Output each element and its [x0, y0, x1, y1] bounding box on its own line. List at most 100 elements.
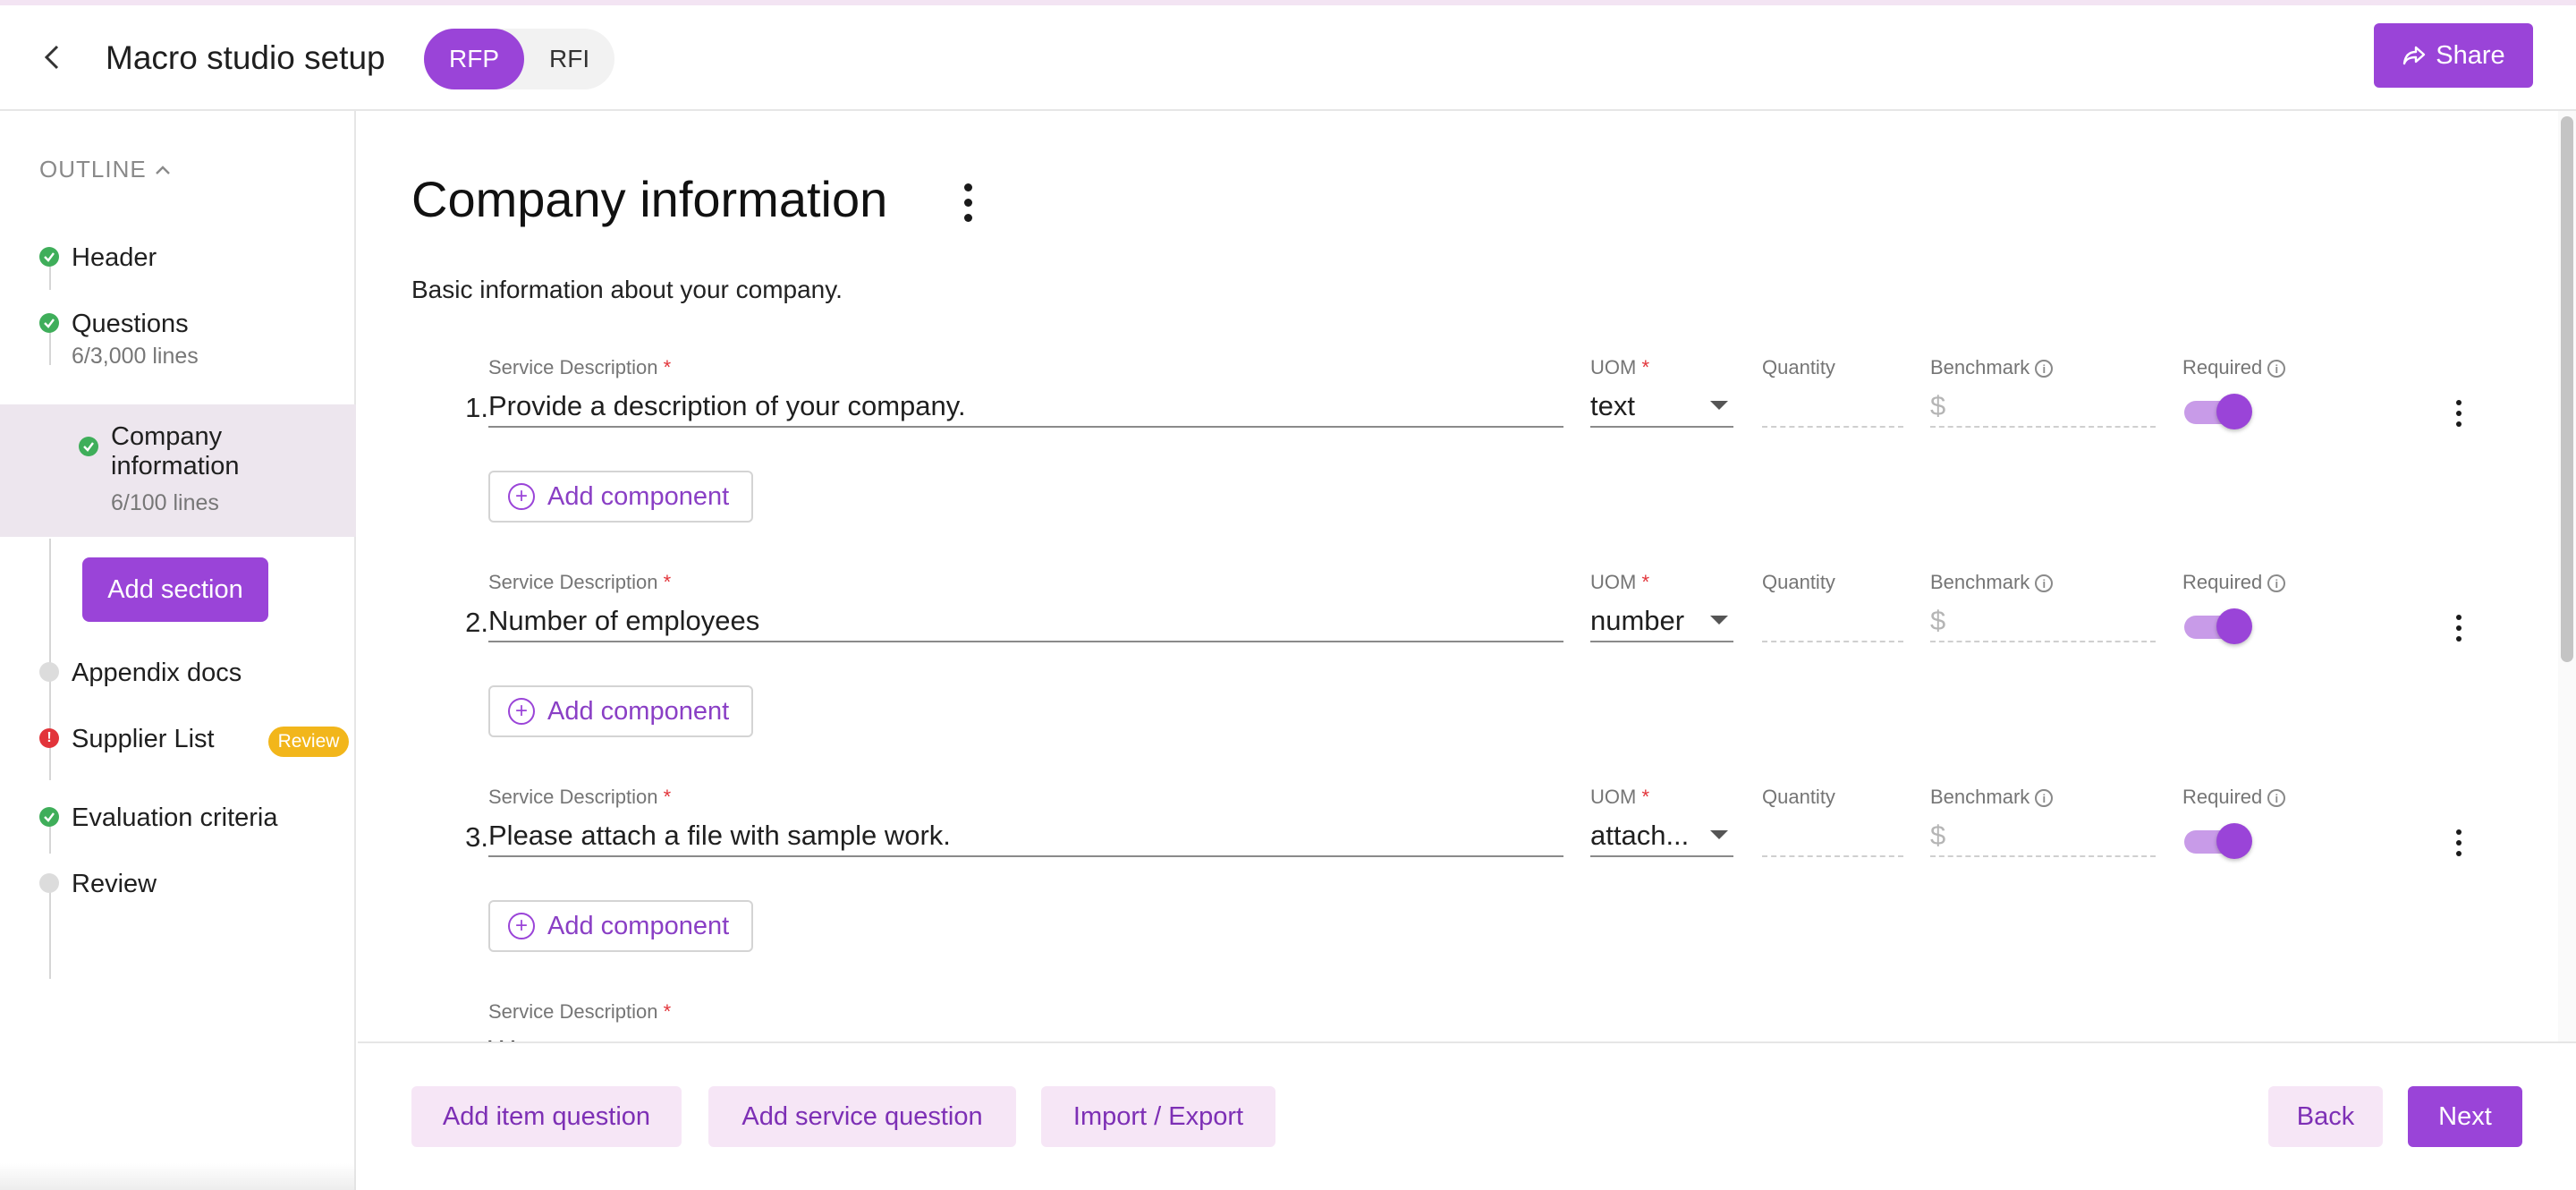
required-toggle[interactable]	[2182, 608, 2252, 644]
benchmark-input[interactable]: $	[1930, 816, 2156, 857]
section-title: Company information	[411, 171, 888, 227]
next-button[interactable]: Next	[2408, 1086, 2522, 1147]
pending-dot-icon	[39, 662, 59, 682]
benchmark-label: Benchmark i	[1930, 786, 2054, 809]
benchmark-input[interactable]: $	[1930, 387, 2156, 428]
uom-label: UOM *	[1590, 356, 1650, 378]
sidebar-item-supplier-list[interactable]: ! Supplier List Review	[0, 718, 356, 762]
dropdown-caret-icon	[1710, 401, 1728, 410]
question-number: 2.	[465, 607, 488, 638]
check-icon	[39, 807, 59, 827]
service-description-input[interactable]: Please attach a file with sample work.	[488, 816, 1563, 857]
sidebar-item-evaluation-criteria[interactable]: Evaluation criteria	[0, 796, 356, 841]
page-title: Macro studio setup	[106, 39, 386, 76]
uom-select[interactable]: number	[1590, 601, 1733, 642]
footer-bar: Add item question Add service question I…	[358, 1041, 2576, 1190]
add-component-button[interactable]: + Add component	[488, 900, 753, 952]
sidebar-item-sub: 6/100 lines	[111, 490, 219, 515]
uom-label: UOM *	[1590, 786, 1650, 808]
check-icon	[39, 313, 59, 333]
sidebar-item-label: Company information	[111, 422, 240, 480]
quantity-input[interactable]	[1762, 816, 1903, 857]
question-number: 3.	[465, 821, 488, 853]
service-description-label: Service Description *	[488, 1000, 672, 1023]
tab-rfp[interactable]: RFP	[424, 29, 524, 89]
sidebar-item-questions[interactable]: Questions 6/3,000 lines	[0, 299, 356, 370]
required-toggle[interactable]	[2182, 823, 2252, 859]
share-button[interactable]: Share	[2374, 23, 2533, 88]
service-description-input[interactable]: Provide a description of your company.	[488, 387, 1563, 428]
outline-sidebar: OUTLINE Header Questions 6/3,000 lines C…	[0, 111, 356, 1190]
sidebar-item-label: Review	[72, 870, 157, 898]
service-description-label: Service Description *	[488, 571, 672, 593]
sidebar-item-appendix-docs[interactable]: Appendix docs	[0, 651, 356, 696]
sidebar-item-company-information[interactable]: Company information 6/100 lines	[0, 404, 356, 537]
error-icon: !	[39, 728, 59, 748]
info-icon[interactable]: i	[2035, 574, 2054, 593]
sidebar-item-header[interactable]: Header	[0, 236, 356, 281]
info-icon[interactable]: i	[2267, 360, 2286, 378]
plus-circle-icon: +	[508, 698, 535, 725]
back-nav-button[interactable]: Back	[2268, 1086, 2383, 1147]
info-icon[interactable]: i	[2035, 360, 2054, 378]
info-icon[interactable]: i	[2267, 574, 2286, 593]
tab-rfi[interactable]: RFI	[524, 29, 614, 89]
sidebar-bottom-shadow	[0, 1163, 356, 1190]
section-description: Basic information about your company.	[411, 276, 843, 303]
quantity-input[interactable]	[1762, 601, 1903, 642]
add-section-button[interactable]: Add section	[82, 557, 268, 622]
benchmark-input[interactable]: $	[1930, 601, 2156, 642]
check-icon	[39, 247, 59, 267]
uom-value: number	[1590, 605, 1685, 636]
uom-select[interactable]: attach...	[1590, 816, 1733, 857]
question-more-button[interactable]	[2445, 825, 2472, 861]
question-more-button[interactable]	[2445, 610, 2472, 646]
service-description-input[interactable]: Number of employees	[488, 601, 1563, 642]
info-icon[interactable]: i	[2035, 789, 2054, 808]
sidebar-item-review[interactable]: Review	[0, 863, 356, 907]
share-label: Share	[2436, 40, 2505, 70]
top-bar: Macro studio setup RFP RFI Share	[0, 5, 2576, 111]
quantity-label: Quantity	[1762, 571, 1835, 593]
add-item-question-button[interactable]: Add item question	[411, 1086, 682, 1147]
question-more-button[interactable]	[2445, 395, 2472, 431]
sidebar-item-label: Questions	[72, 310, 189, 338]
pending-dot-icon	[39, 873, 59, 893]
back-button[interactable]	[36, 41, 68, 73]
outline-label: OUTLINE	[39, 156, 147, 183]
uom-label: UOM *	[1590, 571, 1650, 593]
uom-value: attach...	[1590, 820, 1690, 851]
add-component-button[interactable]: + Add component	[488, 471, 753, 523]
add-component-button[interactable]: + Add component	[488, 685, 753, 737]
question-row: Service Description * UOM * Quantity Ben…	[358, 356, 2558, 571]
plus-circle-icon: +	[508, 483, 535, 510]
sidebar-item-label: Header	[72, 243, 157, 272]
service-description-input[interactable]: W	[488, 1031, 1563, 1041]
question-row: Service Description * UOM * Quantity Ben…	[358, 571, 2558, 786]
quantity-input[interactable]	[1762, 387, 1903, 428]
required-label: Required i	[2182, 786, 2286, 809]
service-description-label: Service Description *	[488, 356, 672, 378]
sidebar-item-label: Appendix docs	[72, 659, 242, 687]
info-icon[interactable]: i	[2267, 789, 2286, 808]
add-service-question-button[interactable]: Add service question	[708, 1086, 1016, 1147]
dropdown-caret-icon	[1710, 616, 1728, 625]
main-content: Company information Basic information ab…	[358, 111, 2558, 1041]
quantity-label: Quantity	[1762, 786, 1835, 808]
benchmark-label: Benchmark i	[1930, 356, 2054, 379]
chevron-left-icon	[44, 45, 59, 70]
import-export-button[interactable]: Import / Export	[1041, 1086, 1275, 1147]
scrollbar-thumb[interactable]	[2561, 116, 2573, 662]
outline-toggle[interactable]: OUTLINE	[39, 156, 172, 183]
uom-select[interactable]: text	[1590, 387, 1733, 428]
share-icon	[2403, 46, 2426, 65]
required-label: Required i	[2182, 571, 2286, 594]
question-number: 1.	[465, 392, 488, 423]
doc-type-toggle: RFP RFI	[424, 29, 615, 89]
review-badge: Review	[268, 727, 349, 757]
required-toggle[interactable]	[2182, 394, 2252, 429]
sidebar-item-sub: 6/3,000 lines	[72, 344, 199, 369]
question-row: Service Description * UOM * Quantity Ben…	[358, 786, 2558, 1000]
section-more-button[interactable]	[948, 175, 987, 229]
uom-value: text	[1590, 390, 1635, 421]
